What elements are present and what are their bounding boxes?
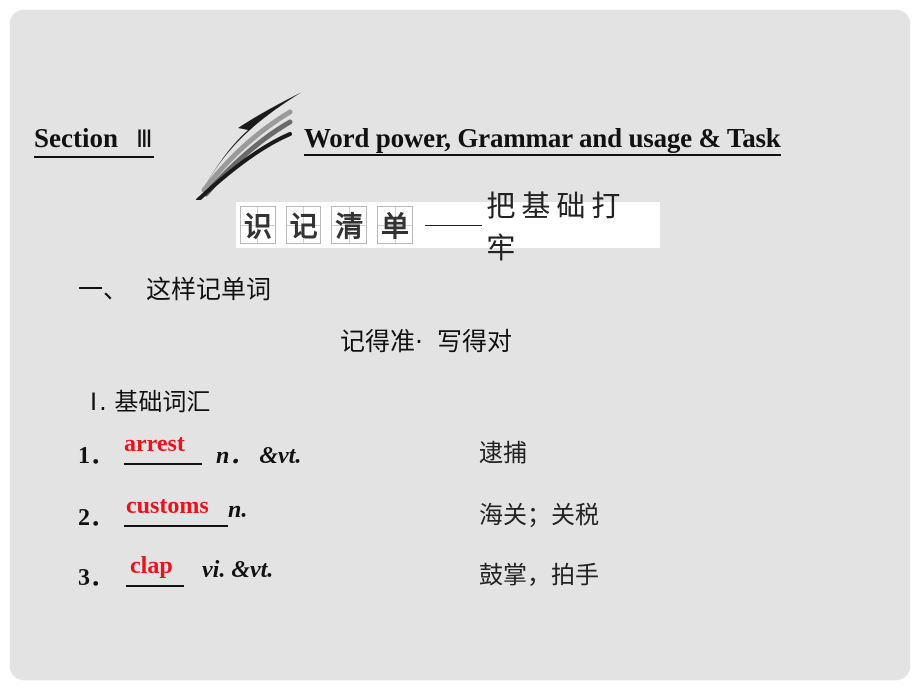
vocab-answer: clap <box>130 553 173 579</box>
section-two-numeral: Ⅰ <box>90 389 98 416</box>
banner-boxed-char: 单 <box>377 206 413 244</box>
section-two-heading: Ⅰ. 基础词汇 <box>90 382 210 417</box>
section-two-title: . 基础词汇 <box>99 388 211 416</box>
lesson-subtitle: Word power, Grammar and usage & Task <box>304 122 781 156</box>
section-title: Section Ⅲ <box>34 122 154 158</box>
banner-tail: 把基础打牢 <box>486 189 627 265</box>
vocab-index: 3． <box>78 565 114 591</box>
section-one-heading: 一、 这样记单词 <box>78 270 271 306</box>
vocab-answer: customs <box>126 493 209 519</box>
banner-dash <box>424 224 483 226</box>
answer-blank <box>126 585 184 587</box>
swoosh-decoration-icon <box>196 92 302 200</box>
banner-boxed-char: 识 <box>240 206 276 244</box>
answer-blank <box>124 525 228 527</box>
vocab-index: 1． <box>78 443 114 469</box>
section-one-number: 一、 <box>78 275 129 304</box>
vocab-pos: n． &vt. <box>216 443 302 469</box>
subheading-part2: 写得对 <box>436 327 512 356</box>
vocab-meaning: 鼓掌，拍手 <box>479 561 599 589</box>
vocab-index: 2． <box>78 505 114 531</box>
vocab-item: 2． customs n. 海关；关税 <box>78 493 678 537</box>
banner: 识 记 清 单 把基础打牢 <box>236 189 660 265</box>
section-one-title: 这样记单词 <box>146 275 272 304</box>
vocab-meaning: 逮捕 <box>479 439 527 467</box>
subheading: 记得准· 写得对 <box>340 322 512 358</box>
vocab-item: 3． clap vi. &vt. 鼓掌，拍手 <box>78 553 678 597</box>
banner-boxed-char: 清 <box>331 206 368 244</box>
subheading-part1: 记得准· <box>340 327 423 356</box>
slide: Section Ⅲ Word power, Grammar and usage &… <box>10 10 910 680</box>
vocab-meaning: 海关；关税 <box>479 501 599 529</box>
vocab-answer: arrest <box>124 431 185 457</box>
answer-blank <box>124 463 202 465</box>
banner-boxed-char: 记 <box>285 206 322 244</box>
section-label: Section <box>34 123 118 153</box>
vocab-item: 1． arrest n． &vt. 逮捕 <box>78 431 678 475</box>
section-numeral: Ⅲ <box>136 126 154 153</box>
vocab-pos: n. <box>228 497 248 523</box>
vocab-pos: vi. &vt. <box>202 557 274 583</box>
